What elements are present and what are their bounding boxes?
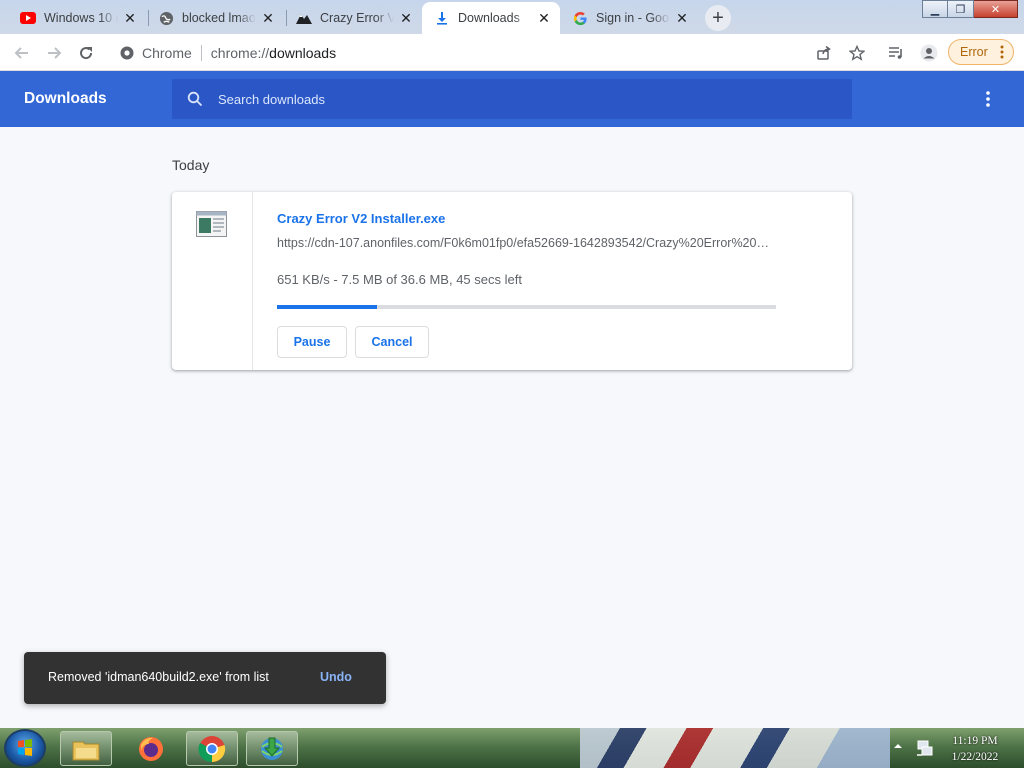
show-hidden-icons[interactable] — [893, 741, 903, 751]
toast-notification: Removed 'idman640build2.exe' from list U… — [24, 652, 386, 704]
tab-label: Crazy Error V2 — [320, 11, 394, 25]
kebab-menu-icon — [986, 91, 990, 107]
youtube-icon — [20, 10, 36, 26]
search-box[interactable] — [172, 79, 852, 119]
avatar-icon — [920, 44, 938, 62]
close-icon[interactable]: ✕ — [122, 10, 138, 26]
close-icon[interactable]: ✕ — [674, 10, 690, 26]
arrow-right-icon — [48, 47, 62, 59]
cancel-button[interactable]: Cancel — [355, 326, 429, 358]
close-icon: ✕ — [990, 3, 1001, 16]
tab-downloads[interactable]: Downloads ✕ — [422, 2, 560, 34]
pause-button[interactable]: Pause — [277, 326, 347, 358]
close-icon[interactable]: ✕ — [260, 10, 276, 26]
clock-date: 1/22/2022 — [951, 751, 999, 763]
error-chip-label: Error — [960, 45, 988, 59]
plus-icon: + — [712, 6, 724, 29]
close-icon[interactable]: ✕ — [536, 10, 552, 26]
taskbar-explorer[interactable] — [60, 731, 112, 766]
arrow-left-icon — [14, 47, 28, 59]
chrome-icon — [120, 46, 134, 60]
download-item: Crazy Error V2 Installer.exe https://cdn… — [172, 192, 852, 370]
omnibox-divider — [200, 45, 202, 61]
profile-button[interactable] — [918, 42, 940, 64]
wallpaper-strip — [580, 728, 890, 768]
minimize-button[interactable]: ▁ — [922, 0, 948, 18]
address-bar[interactable]: Chrome chrome://downloads — [108, 38, 876, 68]
restore-icon: ❐ — [955, 3, 966, 16]
search-icon — [186, 90, 204, 108]
toast-message: Removed 'idman640build2.exe' from list — [48, 670, 269, 684]
more-actions-button[interactable] — [976, 87, 1000, 111]
kebab-menu-icon — [1000, 45, 1004, 59]
tab-blocked[interactable]: blocked lmao ✕ — [146, 2, 284, 34]
close-window-button[interactable]: ✕ — [974, 0, 1018, 18]
bookmark-button[interactable] — [846, 42, 868, 64]
reload-icon — [80, 47, 93, 60]
restore-button[interactable]: ❐ — [948, 0, 974, 18]
share-button[interactable] — [813, 42, 835, 64]
media-button[interactable] — [885, 42, 907, 64]
system-clock[interactable]: 11:19 PM 1/22/2022 — [944, 733, 1006, 765]
windows-taskbar: 11:19 PM 1/22/2022 — [0, 728, 1024, 768]
progress-fill — [277, 305, 377, 309]
start-button[interactable] — [4, 729, 46, 767]
close-icon[interactable]: ✕ — [398, 10, 414, 26]
source-url[interactable]: https://cdn-107.anonfiles.com/F0k6m01fp0… — [277, 236, 777, 250]
undo-button[interactable]: Undo — [320, 670, 352, 684]
playlist-icon — [889, 47, 902, 59]
new-tab-button[interactable]: + — [705, 5, 731, 31]
tab-youtube[interactable]: Windows 10 ( ✕ — [8, 2, 146, 34]
chrome-icon — [198, 735, 226, 762]
minimize-icon: ▁ — [930, 3, 940, 16]
internet-download-manager-icon — [261, 737, 283, 760]
tab-crazy-error[interactable]: Crazy Error V2 ✕ — [284, 2, 422, 34]
taskbar-chrome[interactable] — [186, 731, 238, 766]
downloads-header: Downloads — [0, 71, 1024, 127]
reload-button[interactable] — [75, 42, 97, 64]
browser-toolbar: Chrome chrome://downloads Error — [0, 34, 1024, 71]
file-icon-column — [172, 192, 253, 370]
globe-icon — [158, 10, 174, 26]
taskbar-idm[interactable] — [246, 731, 298, 766]
download-icon — [434, 10, 450, 26]
google-icon — [572, 10, 588, 26]
site-chip-label: Chrome — [142, 45, 192, 61]
tab-sign-in[interactable]: Sign in - Goo ✕ — [560, 2, 698, 34]
tab-label: blocked lmao — [182, 11, 256, 25]
site-chip[interactable]: Chrome — [108, 45, 192, 61]
tab-label: Windows 10 ( — [44, 11, 118, 25]
progress-bar — [277, 305, 776, 309]
downloads-list: Today Crazy Error V2 Installer.exe https… — [0, 127, 1024, 728]
network-icon[interactable] — [915, 738, 935, 758]
profile-error-chip[interactable]: Error — [948, 39, 1014, 65]
star-icon — [849, 45, 865, 61]
windows-logo-icon — [18, 739, 32, 756]
window-controls: ▁ ❐ ✕ — [922, 0, 1018, 20]
back-button[interactable] — [11, 42, 33, 64]
exe-file-icon — [196, 211, 227, 237]
tab-label: Sign in - Goo — [596, 11, 669, 25]
taskbar-firefox[interactable] — [125, 731, 177, 766]
windows-explorer-icon — [72, 741, 100, 760]
download-status: 651 KB/s - 7.5 MB of 36.6 MB, 45 secs le… — [277, 272, 522, 287]
share-icon — [817, 45, 831, 60]
search-input[interactable] — [218, 91, 818, 107]
clock-time: 11:19 PM — [952, 735, 998, 747]
mountain-icon — [296, 10, 312, 26]
url-path: downloads — [269, 45, 337, 61]
page-title: Downloads — [24, 90, 107, 107]
file-name-link[interactable]: Crazy Error V2 Installer.exe — [277, 211, 445, 226]
date-heading: Today — [172, 157, 210, 173]
tab-strip: Windows 10 ( ✕ blocked lmao ✕ Crazy Erro… — [0, 0, 1024, 34]
firefox-icon — [139, 736, 163, 761]
tab-label: Downloads — [458, 11, 520, 25]
forward-button[interactable] — [43, 42, 65, 64]
url-scheme: chrome:// — [210, 45, 270, 61]
